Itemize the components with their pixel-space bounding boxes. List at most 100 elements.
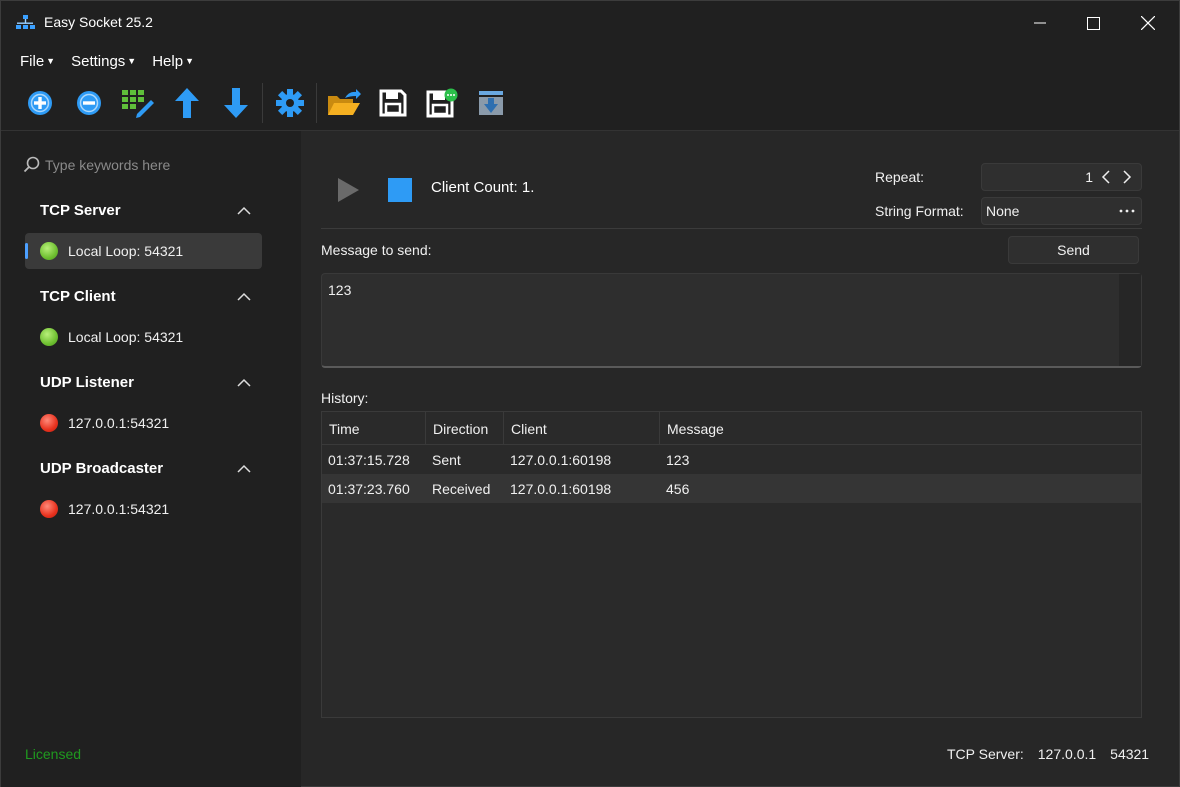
- divider: [321, 228, 1142, 229]
- save-button[interactable]: [368, 81, 417, 125]
- chevron-up-icon[interactable]: [237, 206, 251, 215]
- menu-help-label: Help: [152, 52, 184, 70]
- caret-down-icon: ▼: [46, 56, 56, 66]
- group-label: UDP Broadcaster: [40, 459, 164, 477]
- menu-settings[interactable]: Settings ▼: [64, 49, 143, 73]
- open-folder-icon: [327, 89, 361, 115]
- remove-icon: [76, 91, 101, 115]
- stop-button[interactable]: [385, 175, 415, 205]
- string-format-value: None: [986, 203, 1020, 219]
- close-icon: [1141, 16, 1155, 30]
- settings-gear-icon: [275, 89, 304, 117]
- toolbar-separator: [262, 83, 263, 123]
- close-button[interactable]: [1121, 1, 1175, 45]
- toolbar: [15, 81, 515, 125]
- repeat-stepper[interactable]: 1: [981, 163, 1142, 191]
- group-label: TCP Client: [40, 287, 116, 305]
- group-label: TCP Server: [40, 201, 121, 219]
- status-port: 54321: [1110, 746, 1150, 762]
- group-header-udp-listener[interactable]: UDP Listener: [25, 367, 261, 397]
- table-header: Time Direction Client Message: [322, 412, 1141, 445]
- app-network-icon: [16, 15, 35, 29]
- add-button[interactable]: [15, 81, 64, 125]
- selection-indicator: [25, 243, 28, 259]
- history-label: History:: [321, 390, 369, 406]
- sidebar-item-tcp-server-local-loop[interactable]: Local Loop: 54321: [25, 233, 262, 269]
- minimize-icon: [1034, 22, 1046, 24]
- message-label: Message to send:: [321, 242, 432, 258]
- window-title: Easy Socket 25.2: [44, 14, 153, 30]
- move-up-button[interactable]: [162, 81, 211, 125]
- stop-icon: [388, 178, 412, 202]
- client-count: Client Count: 1.: [431, 179, 535, 196]
- chevron-up-icon[interactable]: [237, 464, 251, 473]
- menu-bar: File ▼ Settings ▼ Help ▼: [13, 49, 201, 73]
- license-status: Licensed: [25, 746, 82, 762]
- save-as-button[interactable]: [417, 81, 466, 125]
- string-format-select[interactable]: None: [981, 197, 1142, 225]
- save-as-icon: [426, 88, 457, 118]
- save-icon: [379, 89, 406, 117]
- maximize-button[interactable]: [1066, 1, 1120, 45]
- sidebar-item-label: Local Loop: 54321: [68, 329, 184, 345]
- open-button[interactable]: [319, 81, 368, 125]
- column-header-message[interactable]: Message: [660, 412, 1141, 445]
- string-format-label: String Format:: [875, 203, 964, 219]
- main-panel: Client Count: 1. Repeat: 1 String Format…: [301, 131, 1179, 786]
- sidebar-item-label: Local Loop: 54321: [68, 243, 184, 259]
- sidebar: Type keywords here TCP Server Local Loop…: [1, 131, 301, 787]
- start-button[interactable]: [333, 175, 363, 205]
- table-row[interactable]: 01:37:23.760 Received 127.0.0.1:60198 45…: [322, 474, 1141, 503]
- edit-grid-icon: [121, 90, 154, 118]
- move-down-button[interactable]: [211, 81, 260, 125]
- group-header-udp-broadcaster[interactable]: UDP Broadcaster: [25, 453, 261, 483]
- cell-client: 127.0.0.1:60198: [510, 480, 612, 497]
- status-address: 127.0.0.1: [1037, 746, 1097, 762]
- repeat-label: Repeat:: [875, 169, 925, 185]
- group-header-tcp-server[interactable]: TCP Server: [25, 195, 261, 225]
- search-input[interactable]: Type keywords here: [23, 151, 263, 179]
- cell-direction: Sent: [432, 451, 461, 468]
- message-scrollbar[interactable]: [1119, 274, 1141, 366]
- table-row[interactable]: 01:37:15.728 Sent 127.0.0.1:60198 123: [322, 445, 1141, 474]
- remove-button[interactable]: [64, 81, 113, 125]
- chevron-up-icon[interactable]: [237, 378, 251, 387]
- cell-time: 01:37:23.760: [328, 480, 410, 497]
- toolbar-separator: [316, 83, 317, 123]
- sidebar-item-tcp-client-local-loop[interactable]: Local Loop: 54321: [25, 319, 262, 355]
- edit-grid-button[interactable]: [113, 81, 162, 125]
- app-window: Easy Socket 25.2 File ▼ Settings ▼ Help ▼: [0, 0, 1180, 787]
- chevron-left-icon[interactable]: [1101, 170, 1111, 184]
- menu-help[interactable]: Help ▼: [145, 49, 201, 73]
- cell-direction: Received: [432, 480, 491, 497]
- chevron-up-icon[interactable]: [237, 292, 251, 301]
- more-icon[interactable]: [1119, 209, 1135, 213]
- repeat-value: 1: [1085, 169, 1093, 185]
- group-header-tcp-client[interactable]: TCP Client: [25, 281, 261, 311]
- column-header-direction[interactable]: Direction: [426, 412, 504, 445]
- import-button[interactable]: [466, 81, 515, 125]
- title-bar: Easy Socket 25.2: [1, 1, 1179, 45]
- status-red-icon: [40, 414, 58, 432]
- maximize-icon: [1086, 16, 1100, 30]
- message-textarea[interactable]: 123: [321, 273, 1142, 368]
- minimize-button[interactable]: [1013, 1, 1067, 45]
- caret-down-icon: ▼: [185, 56, 194, 66]
- group-label: UDP Listener: [40, 373, 134, 391]
- column-header-time[interactable]: Time: [322, 412, 426, 445]
- search-placeholder: Type keywords here: [45, 157, 171, 173]
- chevron-right-icon[interactable]: [1119, 170, 1133, 184]
- send-button[interactable]: Send: [1008, 236, 1139, 264]
- column-header-client[interactable]: Client: [504, 412, 660, 445]
- message-text: 123: [328, 282, 352, 298]
- sidebar-item-udp-listener[interactable]: 127.0.0.1:54321: [25, 405, 262, 441]
- cell-message: 456: [666, 480, 690, 497]
- menu-settings-label: Settings: [71, 52, 126, 70]
- settings-button[interactable]: [265, 81, 314, 125]
- play-icon: [338, 178, 359, 202]
- cell-client: 127.0.0.1:60198: [510, 451, 612, 468]
- menu-file[interactable]: File ▼: [13, 49, 62, 73]
- sidebar-item-udp-broadcaster[interactable]: 127.0.0.1:54321: [25, 491, 262, 527]
- history-table: Time Direction Client Message 01:37:15.7…: [321, 411, 1142, 718]
- status-bar: TCP Server: 127.0.0.1 54321: [947, 746, 1149, 762]
